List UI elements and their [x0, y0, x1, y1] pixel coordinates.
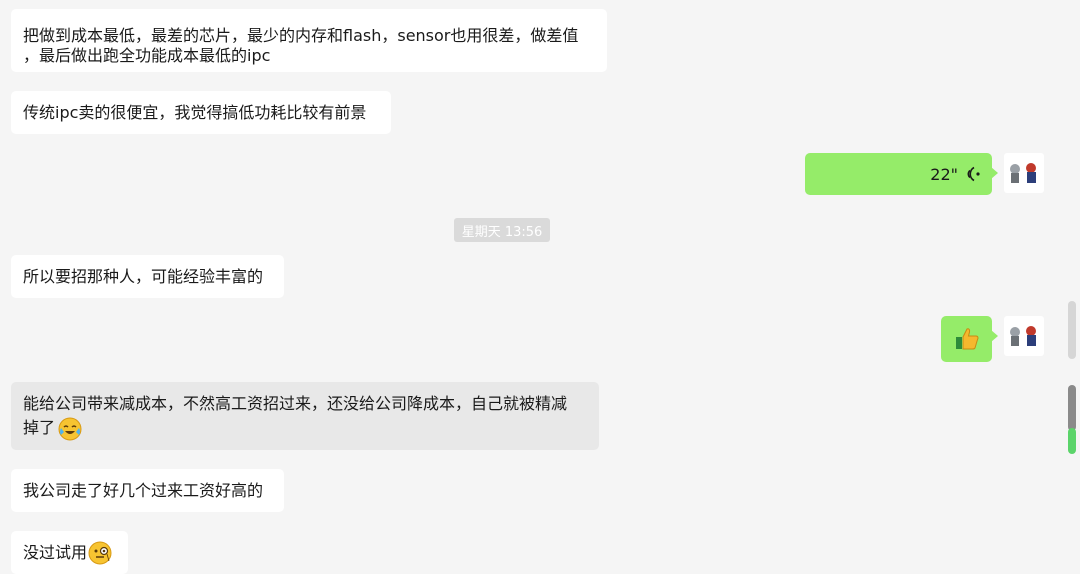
scrollbar-track-upper[interactable] [1068, 301, 1076, 359]
message-bubble-received[interactable]: 传统ipc卖的很便宜，我觉得搞低功耗比较有前景 [11, 91, 391, 134]
message-bubble-received-selected[interactable]: 能给公司带来减成本，不然高工资招过来，还没给公司降成本，自己就被精减 掉了 [11, 382, 599, 450]
message-text-line-wrap: 掉了 [23, 416, 587, 441]
voice-wave-icon [967, 166, 980, 182]
emoji-message-bubble[interactable] [941, 316, 998, 362]
timestamp: 星期天 13:56 [454, 218, 550, 242]
avatar-image [1010, 326, 1036, 346]
crying-laugh-emoji-icon [58, 417, 82, 440]
message-text: 我公司走了好几个过来工资好高的 [23, 481, 264, 500]
scrollbar-thumb[interactable] [1068, 385, 1076, 431]
message-text-line: 能给公司带来减成本，不然高工资招过来，还没给公司降成本，自己就被精减 [23, 394, 568, 413]
message-text: 所以要招那种人，可能经验丰富的 [23, 267, 264, 286]
message-bubble-received[interactable]: 没过试用 [11, 531, 128, 574]
monocle-face-emoji-icon [88, 541, 112, 564]
message-bubble-received[interactable]: 把做到成本最低，最差的芯片，最少的内存和flash，sensor也用很差，做差值… [11, 9, 607, 72]
message-bubble-received[interactable]: 所以要招那种人，可能经验丰富的 [11, 255, 284, 298]
voice-message-bubble[interactable]: 22" [805, 153, 998, 195]
avatar[interactable] [1004, 153, 1044, 193]
avatar[interactable] [1004, 316, 1044, 356]
voice-duration: 22" [930, 164, 958, 184]
message-text: 没过试用 [23, 543, 88, 562]
message-bubble-received[interactable]: 我公司走了好几个过来工资好高的 [11, 469, 284, 512]
message-text-line: ，最后做出跑全功能成本最低的ipc [23, 46, 271, 65]
message-text-line: 掉了 [23, 418, 56, 437]
thumbs-up-icon [955, 328, 978, 350]
avatar-image [1010, 163, 1036, 183]
message-text: 传统ipc卖的很便宜，我觉得搞低功耗比较有前景 [23, 103, 367, 122]
scrollbar-track-lower[interactable] [1068, 428, 1076, 454]
